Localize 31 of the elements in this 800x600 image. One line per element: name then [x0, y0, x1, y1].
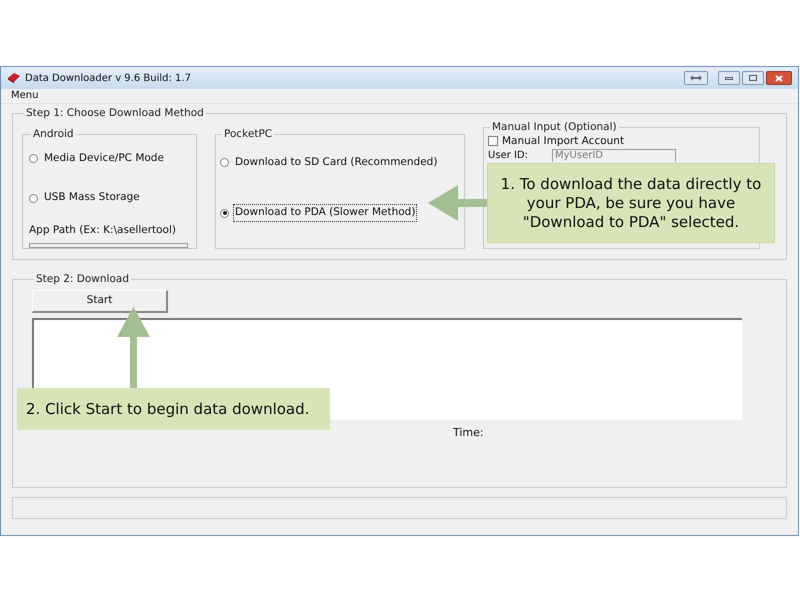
radio-button[interactable] [29, 194, 38, 203]
manual-import-checkbox[interactable]: Manual Import Account [488, 134, 624, 148]
start-button[interactable]: Start [32, 290, 168, 313]
close-button[interactable] [766, 71, 792, 85]
group-title: Manual Input (Optional) [491, 120, 618, 135]
double-arrow-icon [690, 75, 702, 81]
book-icon [7, 72, 21, 84]
radio-option[interactable]: Media Device/PC Mode [29, 150, 166, 166]
time-label: Time: [453, 424, 485, 441]
callout-text: 2. Click Start to begin data download. [26, 398, 310, 420]
user-id-field[interactable]: MyUserID [552, 148, 676, 162]
radio-button[interactable] [220, 158, 229, 167]
left-arrow [428, 185, 490, 221]
app-path-field[interactable] [29, 242, 188, 248]
close-icon [775, 74, 783, 82]
radio-button[interactable] [220, 208, 229, 218]
radio-option[interactable]: Download to SD Card (Recommended) [220, 154, 440, 170]
minimize-button[interactable] [718, 71, 740, 85]
group-title: PocketPC [223, 126, 274, 142]
callout-text: 1. To download the data directly to your PDA, be sure you have "Download to PDA" selected. [500, 174, 762, 232]
radio-option[interactable]: USB Mass Storage [29, 190, 142, 206]
menu-item[interactable]: Menu [11, 91, 38, 101]
app-path-label: App Path (Ex: K:\asellertool) [29, 223, 177, 238]
resize-button[interactable] [684, 71, 708, 85]
group-title: Step 1: Choose Download Method [25, 106, 205, 121]
group-title: Step 2: Download [35, 272, 130, 287]
user-id-label: User ID: [488, 148, 528, 162]
radio-button[interactable] [29, 154, 38, 163]
window-title: Data Downloader v 9.6 Build: 1.7 [25, 72, 191, 86]
group-title: Android [32, 126, 75, 142]
maximize-button[interactable] [742, 71, 764, 85]
